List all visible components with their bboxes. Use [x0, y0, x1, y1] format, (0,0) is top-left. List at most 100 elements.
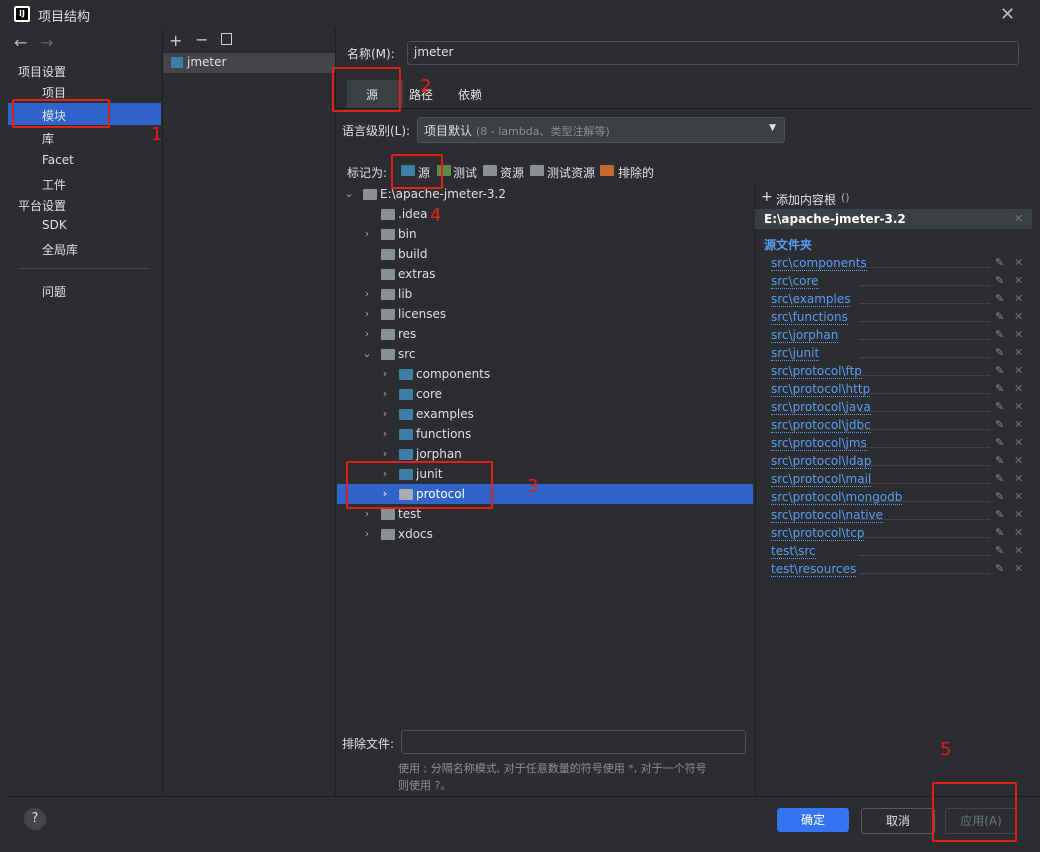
chevron-right-icon[interactable]: › [379, 424, 391, 444]
source-folder-link[interactable]: src\jorphan [771, 328, 839, 343]
tree-label: components [416, 367, 491, 381]
remove-icon[interactable]: ✕ [1014, 544, 1023, 557]
edit-icon[interactable]: ✎ [995, 508, 1004, 521]
source-folder-link[interactable]: src\examples [771, 292, 851, 307]
help-icon[interactable]: ? [24, 808, 46, 830]
name-field[interactable]: jmeter [407, 41, 1019, 65]
remove-icon[interactable]: − [195, 30, 208, 49]
remove-icon[interactable]: ✕ [1014, 562, 1023, 575]
sidebar-item-sdk[interactable]: SDK [42, 218, 67, 232]
add-content-root-button[interactable]: 添加内容根 [776, 191, 836, 208]
chevron-right-icon[interactable]: › [379, 404, 391, 424]
remove-icon[interactable]: ✕ [1014, 436, 1023, 449]
source-folder-link[interactable]: src\core [771, 274, 819, 289]
chevron-right-icon[interactable]: › [379, 384, 391, 404]
mark-resources-button[interactable]: 资源 [500, 164, 524, 181]
close-icon[interactable]: ✕ [1000, 4, 1015, 25]
remove-icon[interactable]: ✕ [1014, 256, 1023, 269]
remove-icon[interactable]: ✕ [1014, 382, 1023, 395]
edit-icon[interactable]: ✎ [995, 472, 1004, 485]
add-content-root-icon[interactable]: + [761, 189, 773, 205]
edit-icon[interactable]: ✎ [995, 346, 1004, 359]
module-item-jmeter[interactable]: jmeter [187, 55, 226, 69]
remove-icon[interactable]: ✕ [1014, 328, 1023, 341]
sidebar-item-artifacts[interactable]: 工件 [42, 176, 66, 193]
back-arrow-icon[interactable]: ← [14, 33, 27, 52]
remove-icon[interactable]: ✕ [1014, 418, 1023, 431]
edit-icon[interactable]: ✎ [995, 292, 1004, 305]
edit-icon[interactable]: ✎ [995, 526, 1004, 539]
edit-icon[interactable]: ✎ [995, 418, 1004, 431]
remove-icon[interactable]: ✕ [1014, 526, 1023, 539]
chevron-right-icon[interactable]: › [361, 304, 373, 324]
remove-icon[interactable]: ✕ [1014, 310, 1023, 323]
chevron-down-icon[interactable]: ⌄ [361, 344, 373, 364]
edit-icon[interactable]: ✎ [995, 436, 1004, 449]
dotted-leader [860, 393, 990, 394]
cancel-button[interactable]: 取消 [861, 808, 935, 834]
edit-icon[interactable]: ✎ [995, 364, 1004, 377]
source-folder-link[interactable]: src\protocol\mail [771, 472, 872, 487]
edit-icon[interactable]: ✎ [995, 490, 1004, 503]
folder-icon [381, 229, 395, 240]
edit-icon[interactable]: ✎ [995, 310, 1004, 323]
edit-icon[interactable]: ✎ [995, 274, 1004, 287]
source-folder-link[interactable]: src\protocol\java [771, 400, 871, 415]
edit-icon[interactable]: ✎ [995, 454, 1004, 467]
tab-dependencies[interactable]: 依赖 [458, 86, 482, 103]
source-folder-link[interactable]: test\src [771, 544, 816, 559]
mark-test-resources-button[interactable]: 测试资源 [547, 164, 595, 181]
exclude-files-input[interactable] [401, 730, 746, 754]
chevron-right-icon[interactable]: › [379, 364, 391, 384]
remove-icon[interactable]: ✕ [1014, 400, 1023, 413]
remove-icon[interactable]: ✕ [1014, 508, 1023, 521]
sidebar-item-problems[interactable]: 问题 [42, 283, 66, 300]
dotted-leader [860, 303, 990, 304]
edit-icon[interactable]: ✎ [995, 382, 1004, 395]
chevron-down-icon[interactable]: ⌄ [343, 184, 355, 204]
remove-icon[interactable]: ✕ [1014, 274, 1023, 287]
copy-icon[interactable] [221, 33, 232, 45]
edit-icon[interactable]: ✎ [995, 256, 1004, 269]
mark-test-button[interactable]: 测试 [453, 164, 477, 181]
source-folder-link[interactable]: src\protocol\ftp [771, 364, 862, 379]
sidebar-item-libraries[interactable]: 库 [42, 130, 54, 147]
forward-arrow-icon[interactable]: → [40, 33, 53, 52]
source-folder-link[interactable]: src\protocol\mongodb [771, 490, 903, 505]
folder-icon [381, 249, 395, 260]
ok-button[interactable]: 确定 [777, 808, 849, 832]
remove-icon[interactable]: ✕ [1014, 472, 1023, 485]
source-folder-link[interactable]: src\functions [771, 310, 848, 325]
source-folder-link[interactable]: src\protocol\native [771, 508, 884, 523]
remove-icon[interactable]: ✕ [1014, 292, 1023, 305]
sidebar-item-global-libraries[interactable]: 全局库 [42, 241, 78, 258]
chevron-right-icon[interactable]: › [361, 224, 373, 244]
chevron-right-icon[interactable]: › [361, 284, 373, 304]
help-small-icon[interactable]: () [841, 191, 850, 204]
language-level-select[interactable]: 项目默认 (8 - lambda、类型注解等) ▼ [417, 117, 785, 143]
source-folder-icon [399, 369, 413, 380]
add-icon[interactable]: + [169, 31, 182, 50]
dotted-leader [860, 411, 990, 412]
remove-icon[interactable]: ✕ [1014, 490, 1023, 503]
source-folder-link[interactable]: src\protocol\http [771, 382, 871, 397]
source-folder-link[interactable]: src\protocol\tcp [771, 526, 865, 541]
remove-root-icon[interactable]: ✕ [1014, 212, 1023, 225]
source-folder-link[interactable]: src\components [771, 256, 867, 271]
source-folder-link[interactable]: src\protocol\ldap [771, 454, 872, 469]
edit-icon[interactable]: ✎ [995, 562, 1004, 575]
chevron-right-icon[interactable]: › [361, 524, 373, 544]
source-folder-link[interactable]: src\protocol\jdbc [771, 418, 871, 433]
edit-icon[interactable]: ✎ [995, 400, 1004, 413]
remove-icon[interactable]: ✕ [1014, 346, 1023, 359]
source-folder-link[interactable]: src\protocol\jms [771, 436, 867, 451]
remove-icon[interactable]: ✕ [1014, 364, 1023, 377]
sidebar-item-facet[interactable]: Facet [42, 153, 74, 167]
edit-icon[interactable]: ✎ [995, 328, 1004, 341]
source-folder-link[interactable]: test\resources [771, 562, 857, 577]
chevron-right-icon[interactable]: › [361, 324, 373, 344]
edit-icon[interactable]: ✎ [995, 544, 1004, 557]
source-folder-link[interactable]: src\junit [771, 346, 820, 361]
remove-icon[interactable]: ✕ [1014, 454, 1023, 467]
mark-excluded-button[interactable]: 排除的 [618, 164, 654, 181]
